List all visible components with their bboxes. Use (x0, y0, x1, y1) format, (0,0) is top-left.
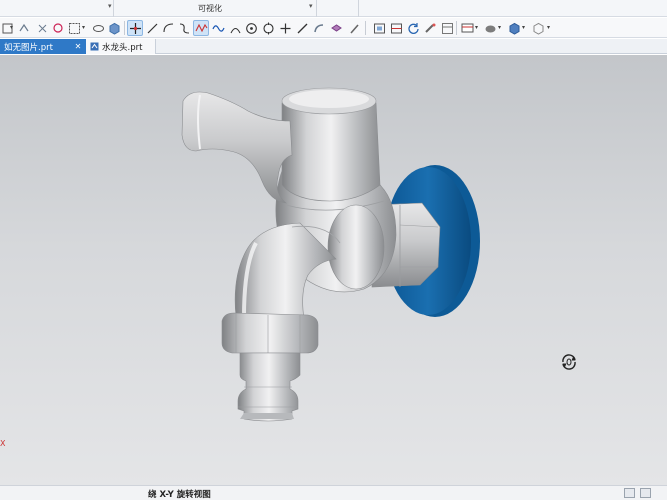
group-dropdown-arrow[interactable]: ▾ (309, 2, 313, 10)
tab-active-part[interactable]: 如无图片.prt (0, 39, 70, 54)
arc-icon[interactable] (160, 20, 176, 36)
layout-icon[interactable] (439, 20, 455, 36)
line-tool-icon[interactable] (294, 20, 310, 36)
dropdown-arrow[interactable]: ▾ (547, 24, 550, 31)
command-toolbar: ▾ ▾ ▾ ▾ ▾ ▾ (0, 18, 667, 38)
ribbon-group-strip: ▾ 可视化 ▾ (0, 0, 667, 17)
cube-icon[interactable] (106, 20, 122, 36)
close-tab-button[interactable]: ✕ (70, 39, 86, 54)
edit-icon[interactable] (346, 20, 362, 36)
dropdown-arrow[interactable]: ▾ (475, 24, 478, 31)
close-icon: ✕ (74, 42, 82, 51)
toolbar-separator (365, 21, 366, 35)
move-icon[interactable] (127, 20, 143, 36)
sketch-curve-icon[interactable] (193, 20, 209, 36)
snap-icon[interactable] (16, 20, 32, 36)
dropdown-arrow[interactable]: ▾ (498, 24, 501, 31)
curve-tool-icon[interactable] (311, 20, 327, 36)
toolbar-separator (124, 21, 125, 35)
view-orient-icon[interactable] (34, 20, 50, 36)
layer-icon[interactable] (328, 20, 344, 36)
group-dropdown-arrow[interactable]: ▾ (108, 2, 112, 10)
refresh-icon[interactable] (405, 20, 421, 36)
group-separator (316, 0, 317, 17)
display-icon[interactable] (459, 20, 475, 36)
tab-label: 如无图片.prt (4, 42, 53, 53)
selection-box-icon[interactable] (66, 20, 82, 36)
graphics-viewport[interactable]: X (0, 55, 667, 485)
cylinder-icon[interactable] (90, 20, 106, 36)
toolbar-separator (456, 21, 457, 35)
ribbon-group-label: 可视化 (198, 4, 222, 13)
dropdown-arrow[interactable]: ▾ (82, 24, 85, 31)
view-section-icon[interactable] (388, 20, 404, 36)
group-separator (113, 0, 114, 17)
spline-icon[interactable] (176, 20, 192, 36)
rotate-cursor-icon (562, 354, 576, 370)
wireframe-icon[interactable] (530, 20, 546, 36)
status-bar: 绕 X-Y 旋转视图 (0, 485, 667, 500)
line-icon[interactable] (144, 20, 160, 36)
tab-faucet-part[interactable]: 水龙头.prt (86, 39, 156, 54)
status-message: 绕 X-Y 旋转视图 (148, 490, 211, 500)
paint-icon[interactable] (422, 20, 438, 36)
filter-icon[interactable] (50, 20, 66, 36)
view-fit-icon[interactable] (371, 20, 387, 36)
dropdown-arrow[interactable]: ▾ (522, 24, 525, 31)
hose-nozzle (237, 352, 301, 422)
render-icon[interactable] (482, 20, 498, 36)
faucet-model[interactable] (0, 55, 667, 485)
circle-icon[interactable] (260, 20, 276, 36)
document-tabs: 如无图片.prt ✕ 水龙头.prt (0, 39, 667, 54)
tab-label: 水龙头.prt (102, 42, 143, 53)
wave-curve-icon[interactable] (210, 20, 226, 36)
valve-cap (281, 87, 381, 202)
lever-handle (181, 91, 293, 204)
status-window-icon[interactable] (640, 488, 651, 498)
group-separator (358, 0, 359, 17)
shaded-icon[interactable] (506, 20, 522, 36)
plus-icon[interactable] (277, 20, 293, 36)
part-file-icon (90, 42, 99, 51)
status-window-icon[interactable] (624, 488, 635, 498)
axis-label: X (0, 439, 6, 448)
angle-icon[interactable] (227, 20, 243, 36)
dropdown-arrow[interactable]: ▾ (10, 24, 13, 31)
undo-icon[interactable] (0, 20, 16, 36)
spout-nut (221, 312, 319, 354)
circle-point-icon[interactable] (243, 20, 259, 36)
